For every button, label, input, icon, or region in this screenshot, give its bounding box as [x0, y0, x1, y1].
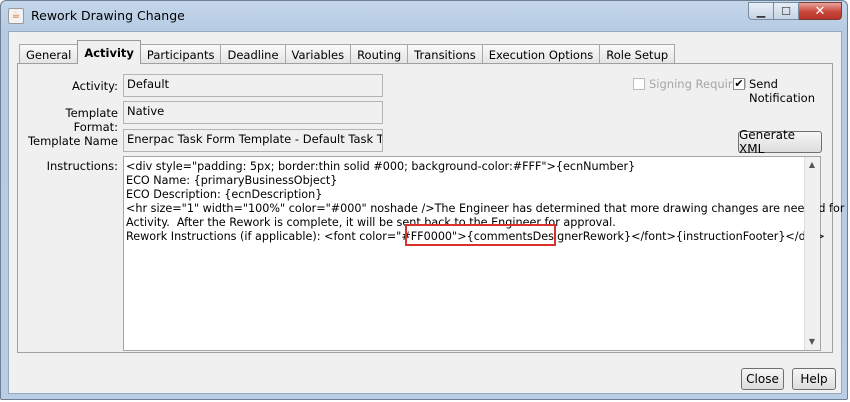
tab-participants[interactable]: Participants [139, 44, 222, 64]
tab-general[interactable]: General [19, 44, 79, 64]
tab-variables[interactable]: Variables [284, 44, 352, 64]
send-notification-label: Send Notification [749, 77, 815, 105]
checkmark-icon: ✔ [734, 77, 744, 90]
tab-execution-options[interactable]: Execution Options [481, 44, 601, 64]
dialog-window: ☕ Rework Drawing Change ▁ ☐ ✕ General Ac… [0, 0, 848, 400]
send-notification-checkbox[interactable]: ✔ [733, 78, 745, 90]
help-button[interactable]: Help [792, 368, 836, 390]
signing-required-checkbox[interactable] [633, 78, 645, 90]
generate-xml-button[interactable]: Generate XML [738, 128, 822, 156]
template-format-label: Template Format: [65, 106, 118, 134]
title-bar[interactable]: ☕ Rework Drawing Change ▁ ☐ ✕ [1, 1, 847, 31]
maximize-icon: ☐ [781, 4, 791, 18]
instructions-label: Instructions: [46, 159, 118, 173]
instructions-textarea[interactable]: <div style="padding: 5px; border:thin so… [123, 156, 848, 351]
window-title: Rework Drawing Change [31, 8, 185, 23]
close-button[interactable]: Close [741, 368, 784, 390]
instructions-line: ECO Name: {primaryBusinessObject} [126, 174, 338, 187]
dialog-body: General Activity Participants Deadline V… [8, 31, 848, 394]
window-controls: ▁ ☐ ✕ [748, 2, 842, 20]
vertical-scrollbar[interactable]: ▲ ▼ [804, 157, 820, 350]
scroll-down-icon[interactable]: ▼ [808, 338, 816, 346]
minimize-icon: ▁ [756, 4, 766, 18]
tab-routing[interactable]: Routing [350, 44, 409, 64]
template-name-label: Template Name [27, 134, 118, 148]
activity-label: Activity: [71, 79, 118, 93]
instructions-line: <hr size="1" width="100%" color="#000" n… [126, 202, 848, 215]
tab-transitions[interactable]: Transitions [407, 44, 483, 64]
instructions-text-part: </font>{instructionFooter}</div> [631, 230, 825, 243]
highlight-box [405, 224, 556, 246]
close-icon: ✕ [814, 3, 826, 19]
template-name-field[interactable]: Enerpac Task Form Template - Default Tas… [123, 129, 383, 152]
activity-field[interactable]: Default [123, 74, 383, 97]
instructions-line: ECO Description: {ecnDescription} [126, 188, 323, 201]
instructions-line: <div style="padding: 5px; border:thin so… [126, 160, 636, 173]
tab-activity[interactable]: Activity [77, 40, 141, 64]
tab-strip: General Activity Participants Deadline V… [19, 40, 676, 64]
tab-role-setup[interactable]: Role Setup [599, 44, 676, 64]
minimize-button[interactable]: ▁ [748, 2, 774, 20]
tab-deadline[interactable]: Deadline [220, 44, 286, 64]
scroll-up-icon[interactable]: ▲ [808, 161, 816, 169]
template-format-field[interactable]: Native [123, 101, 383, 124]
maximize-button[interactable]: ☐ [774, 2, 799, 20]
window-close-button[interactable]: ✕ [799, 2, 842, 20]
java-icon: ☕ [8, 8, 24, 24]
